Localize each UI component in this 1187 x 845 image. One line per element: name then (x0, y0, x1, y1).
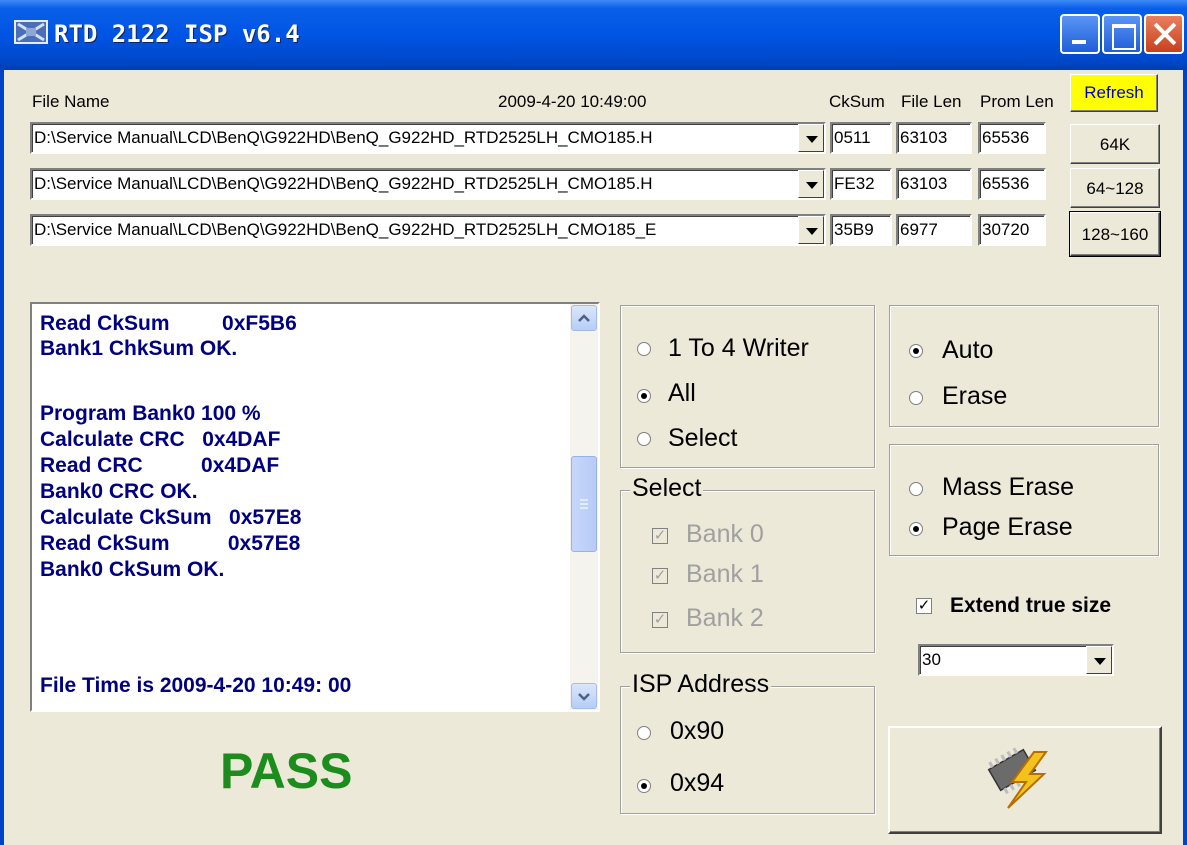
cksum-field-3[interactable]: 35B9 (830, 214, 892, 246)
radio-page-erase[interactable] (909, 522, 923, 536)
chevron-down-icon (578, 693, 590, 701)
app-icon (14, 20, 48, 44)
option-1-to-4-writer-label[interactable]: 1 To 4 Writer (668, 334, 809, 363)
file-len-field-1[interactable]: 63103 (896, 122, 972, 154)
radio-select[interactable] (637, 432, 651, 446)
radio-mass-erase[interactable] (909, 482, 923, 496)
file-len-field-2[interactable]: 63103 (896, 168, 972, 200)
file-path-combo-1[interactable]: D:\Service Manual\LCD\BenQ\G922HD\BenQ_G… (30, 122, 826, 154)
option-erase-label[interactable]: Erase (942, 382, 1007, 411)
refresh-button[interactable]: Refresh (1070, 74, 1158, 112)
grip-icon (580, 499, 588, 509)
log-line: Program Bank0 100 % (40, 402, 261, 425)
log-line: Calculate CRC 0x4DAF (40, 428, 281, 451)
file-len-label: File Len (901, 92, 962, 111)
log-line: Calculate CkSum 0x57E8 (40, 506, 302, 529)
option-auto-label[interactable]: Auto (942, 336, 993, 365)
window-title: RTD 2122 ISP v6.4 (54, 20, 300, 48)
cksum-label: CkSum (829, 92, 885, 111)
option-select-label[interactable]: Select (668, 424, 737, 453)
file-len-field-3[interactable]: 6977 (896, 214, 972, 246)
option-page-erase-label[interactable]: Page Erase (942, 513, 1073, 542)
prom-len-field-3[interactable]: 30720 (978, 214, 1046, 246)
cksum-field-1[interactable]: 0511 (830, 122, 892, 154)
log-line: Read CkSum 0x57E8 (40, 532, 301, 555)
option-0x90-label[interactable]: 0x90 (670, 717, 724, 746)
bank-128-160-button[interactable]: 128~160 (1069, 211, 1161, 257)
file-path-combo-2[interactable]: D:\Service Manual\LCD\BenQ\G922HD\BenQ_G… (30, 168, 826, 200)
minimize-button[interactable] (1060, 14, 1100, 54)
radio-all[interactable] (637, 389, 651, 403)
log-line: Bank1 ChkSum OK. (40, 337, 238, 360)
result-status: PASS (220, 743, 353, 799)
extend-size-select[interactable]: 30 (918, 644, 1114, 676)
writer-mode-group (620, 305, 875, 468)
lightning-chip-icon (987, 747, 1048, 809)
file-path-combo-3[interactable]: D:\Service Manual\LCD\BenQ\G922HD\BenQ_G… (30, 214, 826, 246)
bank1-label: Bank 1 (686, 560, 764, 588)
isp-address-group (620, 686, 875, 814)
chevron-down-icon[interactable] (798, 124, 824, 152)
log-line: Bank0 CkSum OK. (40, 558, 225, 581)
extend-size-value: 30 (922, 650, 941, 669)
maximize-button[interactable] (1102, 14, 1142, 54)
log-line: Read CRC 0x4DAF (40, 454, 280, 477)
select-group-legend: Select (630, 474, 704, 503)
chevron-down-icon[interactable] (798, 170, 824, 198)
bank-64-128-button[interactable]: 64~128 (1070, 168, 1160, 208)
option-mass-erase-label[interactable]: Mass Erase (942, 473, 1074, 502)
close-button[interactable] (1144, 14, 1184, 54)
prom-len-label: Prom Len (980, 92, 1054, 111)
chevron-up-icon (578, 314, 590, 322)
file-name-label: File Name (32, 92, 110, 111)
radio-auto[interactable] (909, 344, 923, 358)
bank0-checkbox: ✓ (652, 527, 668, 544)
prom-len-field-2[interactable]: 65536 (978, 168, 1046, 200)
extend-true-size-checkbox[interactable]: ✓ (916, 598, 932, 614)
cksum-field-2[interactable]: FE32 (830, 168, 892, 200)
window-border-left (0, 70, 4, 845)
prom-len-field-1[interactable]: 65536 (978, 122, 1046, 154)
log-line: Bank0 CRC OK. (40, 480, 198, 503)
bank2-checkbox: ✓ (652, 611, 668, 628)
radio-0x94[interactable] (637, 779, 651, 793)
scroll-thumb[interactable] (571, 456, 597, 552)
radio-erase[interactable] (909, 391, 923, 405)
option-all-label[interactable]: All (668, 379, 696, 408)
radio-0x90[interactable] (637, 726, 651, 740)
chevron-down-icon[interactable] (798, 216, 824, 244)
bank-64k-button[interactable]: 64K (1070, 124, 1160, 164)
program-button[interactable] (888, 726, 1162, 834)
log-output[interactable]: Read CkSum 0xF5B6 Bank1 ChkSum OK. Progr… (30, 302, 600, 712)
isp-address-legend: ISP Address (630, 670, 772, 699)
file-path-2: D:\Service Manual\LCD\BenQ\G922HD\BenQ_G… (34, 174, 653, 193)
option-0x94-label[interactable]: 0x94 (670, 769, 724, 798)
file-path-1: D:\Service Manual\LCD\BenQ\G922HD\BenQ_G… (34, 128, 653, 147)
window-border-right (1183, 70, 1187, 845)
bank0-label: Bank 0 (686, 520, 764, 548)
title-bar: RTD 2122 ISP v6.4 (0, 0, 1187, 70)
file-path-3: D:\Service Manual\LCD\BenQ\G922HD\BenQ_G… (34, 220, 657, 239)
mode-group (889, 305, 1159, 427)
chevron-down-icon[interactable] (1086, 646, 1112, 674)
log-line: Read CkSum 0xF5B6 (40, 312, 297, 335)
radio-1-to-4-writer[interactable] (637, 342, 651, 356)
log-scrollbar[interactable] (570, 304, 598, 710)
log-line: File Time is 2009-4-20 10:49: 00 (40, 674, 352, 697)
extend-true-size-label[interactable]: Extend true size (950, 594, 1111, 618)
bank1-checkbox: ✓ (652, 567, 668, 584)
scroll-down-button[interactable] (571, 683, 597, 709)
file-time-label: 2009-4-20 10:49:00 (498, 92, 647, 111)
bank2-label: Bank 2 (686, 604, 764, 632)
scroll-up-button[interactable] (571, 305, 597, 331)
